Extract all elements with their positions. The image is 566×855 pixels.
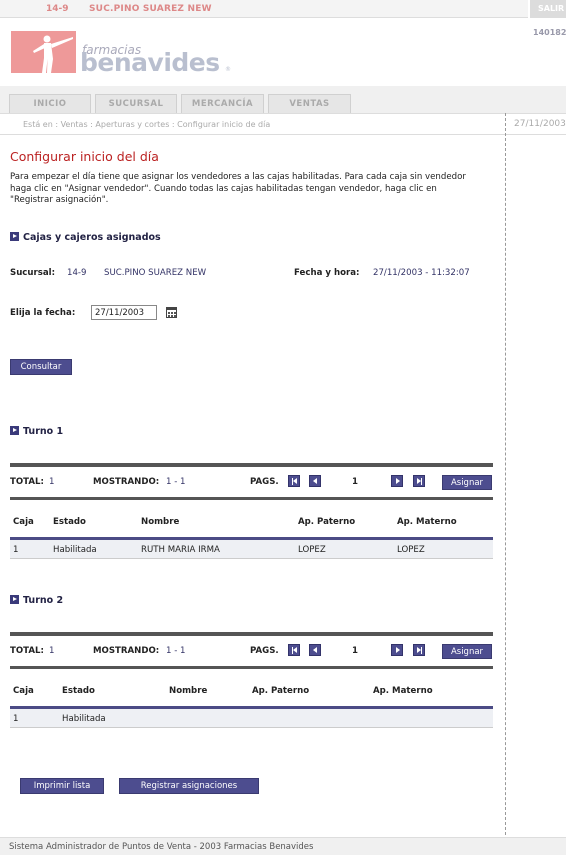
col-caja: Caja xyxy=(13,686,34,696)
cell-estado: Habilitada xyxy=(53,545,97,555)
date-field[interactable]: 27/11/2003 xyxy=(91,305,157,320)
col-ap-materno: Ap. Materno xyxy=(373,686,433,696)
page-number: 1 xyxy=(352,646,358,656)
col-ap-materno: Ap. Materno xyxy=(397,517,457,527)
prev-page-icon[interactable] xyxy=(309,475,321,487)
total-value: 1 xyxy=(49,646,55,656)
sucursal-code: 14-9 xyxy=(67,268,87,278)
total-label: TOTAL: xyxy=(10,477,44,487)
footer: Sistema Administrador de Puntos de Venta… xyxy=(0,837,566,855)
tab-sucursal[interactable]: SUCURSAL xyxy=(95,94,177,113)
col-ap-paterno: Ap. Paterno xyxy=(298,517,356,527)
total-label: TOTAL: xyxy=(10,646,44,656)
col-estado: Estado xyxy=(53,517,86,527)
breadcrumb-bar: Está en : Ventas : Aperturas y cortes : … xyxy=(0,113,566,135)
mostrando-value: 1 - 1 xyxy=(166,646,186,656)
cell-estado: Habilitada xyxy=(62,714,106,724)
mostrando-label: MOSTRANDO: xyxy=(93,477,160,487)
logo-registered: ® xyxy=(225,66,231,73)
col-nombre: Nombre xyxy=(141,517,180,527)
calendar-icon[interactable] xyxy=(166,307,177,318)
mostrando-value: 1 - 1 xyxy=(166,477,186,487)
cell-ap-paterno: LOPEZ xyxy=(298,545,326,555)
breadcrumb: Está en : Ventas : Aperturas y cortes : … xyxy=(23,120,271,129)
breadcrumb-date: 27/11/2003 xyxy=(514,119,566,129)
first-page-icon[interactable] xyxy=(288,644,300,656)
section-cajas-heading: Cajas y cajeros asignados xyxy=(10,231,161,243)
turno-2-mid-bar xyxy=(10,666,493,669)
top-bar: 14-9 SUC.PINO SUAREZ NEW SALIR xyxy=(0,0,566,18)
table-row[interactable]: 1 Habilitada xyxy=(10,709,493,728)
branch-code: 14-9 xyxy=(46,4,69,14)
section-arrow-icon xyxy=(10,232,19,241)
turno-1-top-bar xyxy=(10,463,493,467)
turno-2-heading: Turno 2 xyxy=(10,594,63,606)
col-nombre: Nombre xyxy=(169,686,208,696)
asignar-button[interactable]: Asignar xyxy=(442,475,492,490)
elija-fecha-label: Elija la fecha: xyxy=(10,308,76,318)
pags-label: PAGS. xyxy=(250,477,279,487)
cell-caja: 1 xyxy=(13,714,19,724)
asignar-button[interactable]: Asignar xyxy=(442,644,492,659)
section-arrow-icon xyxy=(10,595,19,604)
prev-page-icon[interactable] xyxy=(309,644,321,656)
last-page-icon[interactable] xyxy=(413,644,425,656)
top-number: 140182 xyxy=(533,28,566,37)
next-page-icon[interactable] xyxy=(391,644,403,656)
sucursal-label: Sucursal: xyxy=(10,268,56,278)
salir-link[interactable]: SALIR xyxy=(538,4,564,13)
table-row[interactable]: 1 Habilitada RUTH MARIA IRMA LOPEZ LOPEZ xyxy=(10,540,493,559)
consultar-button[interactable]: Consultar xyxy=(10,359,72,375)
cell-nombre: RUTH MARIA IRMA xyxy=(141,545,220,555)
tab-inicio[interactable]: INICIO xyxy=(9,94,91,113)
page-title: Configurar inicio del día xyxy=(10,149,159,164)
pags-label: PAGS. xyxy=(250,646,279,656)
footer-text: Sistema Administrador de Puntos de Venta… xyxy=(9,842,314,852)
total-value: 1 xyxy=(49,477,55,487)
turno-2-top-bar xyxy=(10,632,493,636)
header-logo-area: farmacias benavides ® 140182 xyxy=(0,19,566,86)
page-number: 1 xyxy=(352,477,358,487)
tab-mercancia[interactable]: MERCANCÍA xyxy=(181,94,264,113)
turno-1-mid-bar xyxy=(10,497,493,500)
sucursal-name: SUC.PINO SUAREZ NEW xyxy=(104,268,207,278)
content-divider xyxy=(505,113,506,855)
branch-name: SUC.PINO SUAREZ NEW xyxy=(89,4,212,14)
imprimir-lista-button[interactable]: Imprimir lista xyxy=(20,778,104,794)
first-page-icon[interactable] xyxy=(288,475,300,487)
fecha-value: 27/11/2003 - 11:32:07 xyxy=(373,268,470,278)
logo-text-benavides: benavides xyxy=(80,48,220,77)
col-estado: Estado xyxy=(62,686,95,696)
cell-ap-materno: LOPEZ xyxy=(397,545,425,555)
section-arrow-icon xyxy=(10,426,19,435)
mostrando-label: MOSTRANDO: xyxy=(93,646,160,656)
last-page-icon[interactable] xyxy=(413,475,425,487)
tab-ventas[interactable]: VENTAS xyxy=(268,94,351,113)
turno-1-heading: Turno 1 xyxy=(10,425,63,437)
col-ap-paterno: Ap. Paterno xyxy=(252,686,310,696)
intro-text: Para empezar el día tiene que asignar lo… xyxy=(10,172,466,205)
logo-figure-icon xyxy=(11,31,76,73)
next-page-icon[interactable] xyxy=(391,475,403,487)
col-caja: Caja xyxy=(13,517,34,527)
fecha-label: Fecha y hora: xyxy=(294,268,360,278)
registrar-asignaciones-button[interactable]: Registrar asignaciones xyxy=(119,778,259,794)
cell-caja: 1 xyxy=(13,545,19,555)
